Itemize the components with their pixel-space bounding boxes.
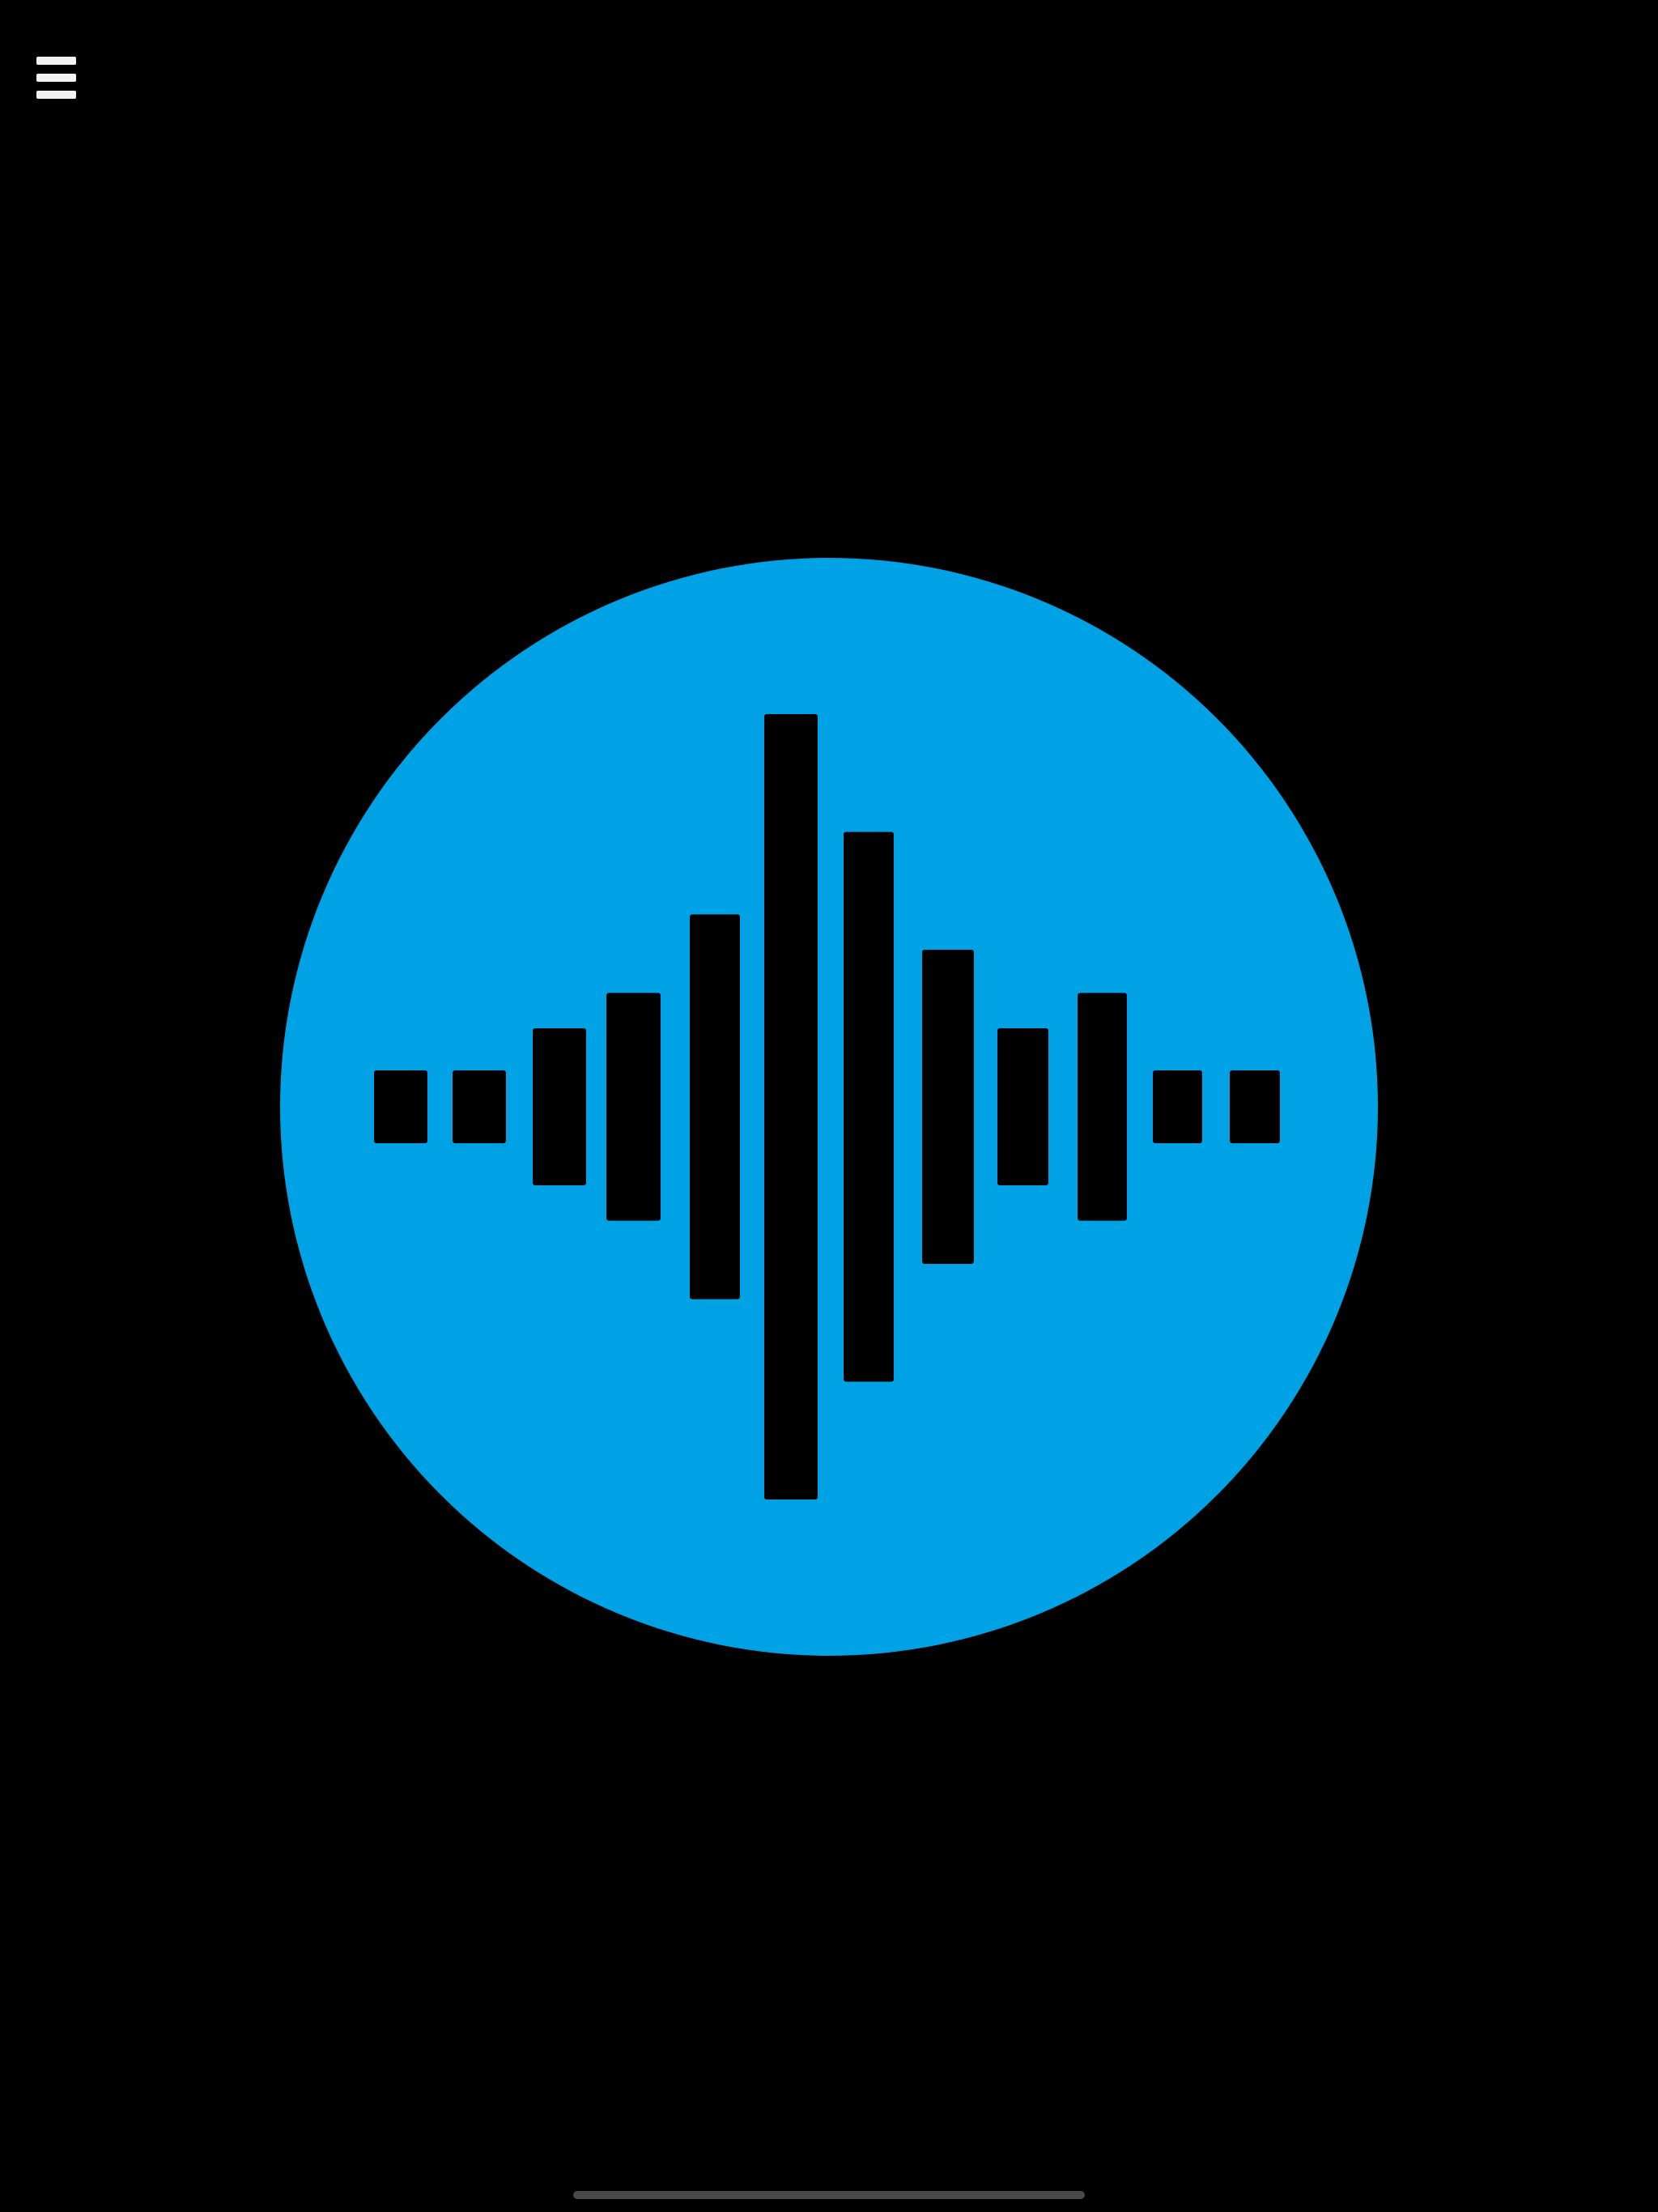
record-button-circle: [280, 558, 1378, 1656]
waveform-bar: [453, 1070, 506, 1143]
hamburger-menu-icon: [36, 57, 76, 99]
menu-button[interactable]: [29, 50, 78, 102]
waveform-bar: [1153, 1070, 1202, 1143]
menu-line-top: [36, 57, 76, 65]
home-indicator: [573, 2191, 1085, 2199]
waveform-bar: [606, 993, 661, 1221]
audio-waveform-icon: [280, 558, 1378, 1656]
waveform-bar: [922, 950, 974, 1264]
waveform-bar: [764, 714, 818, 1499]
app-screen: [0, 0, 1658, 2212]
waveform-bar: [374, 1070, 427, 1143]
waveform-bar: [844, 832, 894, 1382]
waveform-bar: [997, 1028, 1048, 1185]
waveform-bar: [1230, 1070, 1280, 1143]
record-button[interactable]: [280, 558, 1378, 1656]
menu-line-middle: [36, 74, 76, 82]
waveform-bar: [1078, 993, 1127, 1221]
menu-line-bottom: [36, 91, 76, 99]
waveform-bar: [690, 914, 740, 1300]
waveform-bar: [533, 1028, 586, 1185]
